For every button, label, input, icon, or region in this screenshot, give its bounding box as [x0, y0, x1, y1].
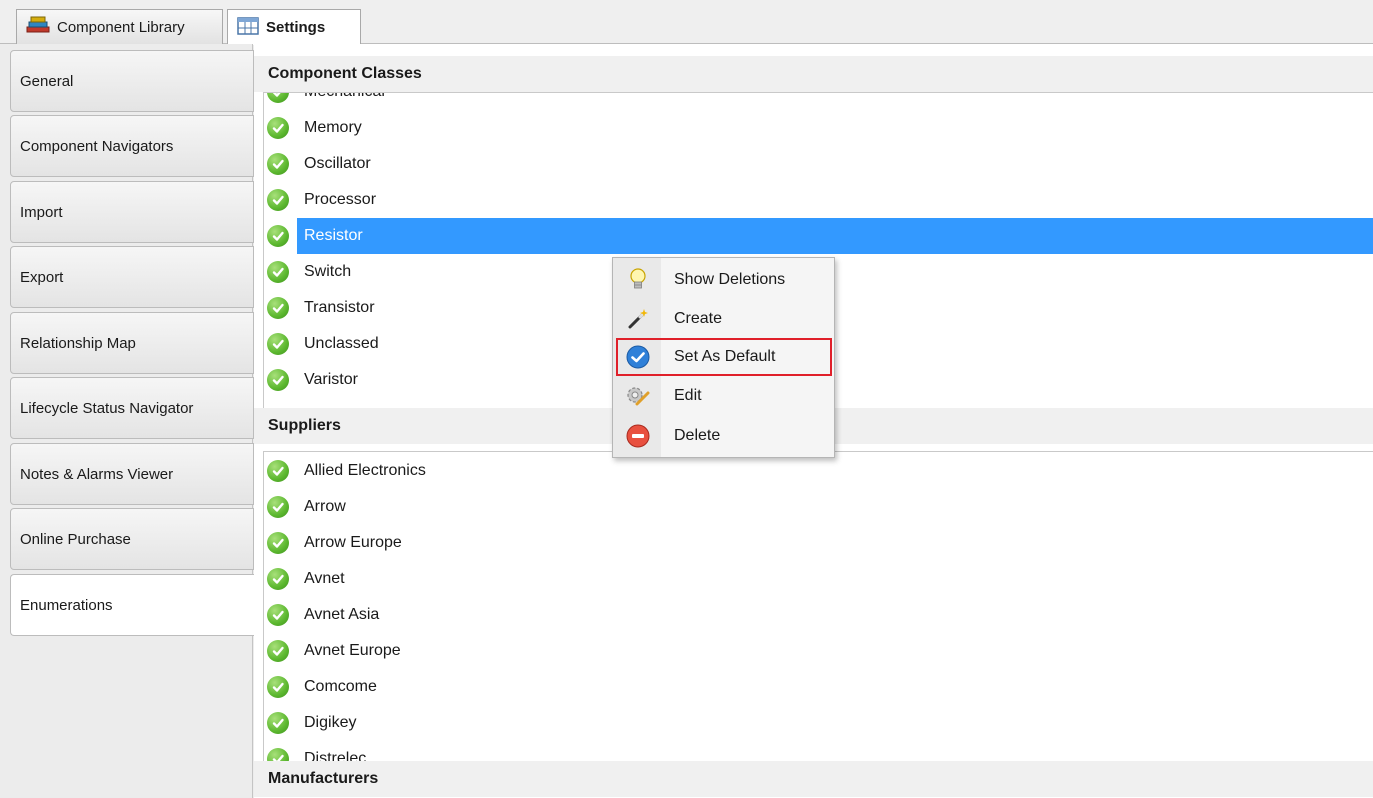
sidebar-item-online-purchase[interactable]: Online Purchase — [10, 508, 254, 570]
list-item-label: Avnet Asia — [304, 606, 380, 623]
top-tab-bar: Component Library Settings — [0, 0, 1373, 45]
sidebar-item-label: Online Purchase — [20, 530, 131, 548]
lightbulb-icon — [625, 267, 651, 293]
settings-sidebar: General Component Navigators Import Expo… — [0, 44, 255, 798]
sidebar-item-general[interactable]: General — [10, 50, 254, 112]
menu-item-label: Delete — [674, 427, 721, 444]
sidebar-item-label: Export — [20, 268, 64, 286]
list-item-label: Arrow Europe — [304, 534, 402, 551]
list-item[interactable]: Memory — [264, 110, 1373, 146]
menu-item-label: Show Deletions — [674, 271, 786, 288]
list-item[interactable]: Processor — [264, 182, 1373, 218]
list-item-label: Avnet — [304, 570, 345, 587]
sidebar-item-label: Relationship Map — [20, 334, 136, 352]
sidebar-item-import[interactable]: Import — [10, 181, 254, 243]
sidebar-item-relationship-map[interactable]: Relationship Map — [10, 312, 254, 374]
sidebar-item-component-navigators[interactable]: Component Navigators — [10, 115, 254, 177]
context-menu: Show Deletions Create Set As Default Edi… — [612, 257, 835, 458]
menu-item-set-as-default[interactable]: Set As Default — [616, 338, 832, 376]
tab-label: Component Library — [57, 18, 185, 36]
list-item-label: Memory — [304, 119, 362, 136]
list-item-label: Arrow — [304, 498, 346, 515]
menu-item-delete[interactable]: Delete — [613, 417, 836, 455]
check-icon — [267, 333, 289, 355]
check-icon — [267, 369, 289, 391]
check-icon — [267, 532, 289, 554]
check-icon — [267, 93, 289, 103]
gear-pencil-icon — [625, 383, 651, 409]
list-item[interactable]: Arrow — [264, 489, 1373, 525]
check-icon — [267, 189, 289, 211]
sidebar-item-notes-alarms-viewer[interactable]: Notes & Alarms Viewer — [10, 443, 254, 505]
menu-item-label: Edit — [674, 387, 702, 404]
check-icon — [267, 748, 289, 761]
list-item-label: Distrelec — [304, 750, 367, 761]
check-icon — [267, 117, 289, 139]
blue-check-icon — [625, 344, 651, 370]
red-minus-icon — [625, 423, 651, 449]
tab-label: Settings — [266, 19, 326, 36]
list-item[interactable]: Oscillator — [264, 146, 1373, 182]
check-icon — [267, 640, 289, 662]
sidebar-item-label: Notes & Alarms Viewer — [20, 465, 174, 483]
section-header-manufacturers: Manufacturers — [254, 761, 1373, 797]
suppliers-list[interactable]: Allied Electronics Arrow Arrow Europe Av… — [263, 451, 1373, 761]
list-item[interactable]: Allied Electronics — [264, 453, 1373, 489]
list-item-selected[interactable]: Resistor — [264, 218, 1373, 254]
sidebar-item-label: Component Navigators — [20, 137, 174, 155]
list-item[interactable]: Avnet Asia — [264, 597, 1373, 633]
sidebar-item-label: General — [20, 72, 74, 90]
library-icon — [25, 15, 51, 39]
check-icon — [267, 568, 289, 590]
check-icon — [267, 225, 289, 247]
list-item[interactable]: Digikey — [264, 705, 1373, 741]
check-icon — [267, 261, 289, 283]
magic-wand-icon — [625, 306, 651, 332]
list-item[interactable]: Avnet — [264, 561, 1373, 597]
menu-item-edit[interactable]: Edit — [613, 377, 836, 415]
menu-item-create[interactable]: Create — [613, 300, 836, 338]
list-item-label: Processor — [304, 191, 377, 208]
list-item-label: Avnet Europe — [304, 642, 401, 659]
section-title: Suppliers — [268, 417, 341, 434]
list-item-label: Oscillator — [304, 155, 371, 172]
check-icon — [267, 496, 289, 518]
list-item[interactable]: Mechanical — [264, 93, 1373, 110]
menu-item-label: Set As Default — [674, 348, 776, 365]
menu-item-show-deletions[interactable]: Show Deletions — [613, 261, 836, 299]
section-header-component-classes: Component Classes — [254, 56, 1373, 92]
list-item[interactable]: Arrow Europe — [264, 525, 1373, 561]
check-icon — [267, 297, 289, 319]
list-item-label: Digikey — [304, 714, 357, 731]
sidebar-item-label: Import — [20, 203, 63, 221]
list-item[interactable]: Distrelec — [264, 741, 1373, 761]
tab-component-library[interactable]: Component Library — [16, 9, 223, 44]
list-item-label: Mechanical — [297, 93, 1373, 110]
check-icon — [267, 153, 289, 175]
sidebar-item-label: Enumerations — [20, 596, 113, 614]
check-icon — [267, 460, 289, 482]
list-item-label: Resistor — [297, 218, 1373, 254]
sidebar-item-export[interactable]: Export — [10, 246, 254, 308]
section-title: Manufacturers — [268, 770, 379, 787]
check-icon — [267, 712, 289, 734]
section-title: Component Classes — [268, 65, 422, 82]
settings-table-icon — [236, 16, 260, 40]
menu-item-label: Create — [674, 310, 723, 327]
sidebar-item-lifecycle-status-navigator[interactable]: Lifecycle Status Navigator — [10, 377, 254, 439]
list-item-label: Allied Electronics — [304, 462, 426, 479]
list-item[interactable]: Avnet Europe — [264, 633, 1373, 669]
list-item-label: Comcome — [304, 678, 377, 695]
sidebar-item-label: Lifecycle Status Navigator — [20, 399, 194, 417]
tab-settings[interactable]: Settings — [227, 9, 361, 45]
sidebar-item-enumerations[interactable]: Enumerations — [10, 574, 255, 636]
check-icon — [267, 676, 289, 698]
check-icon — [267, 604, 289, 626]
list-item[interactable]: Comcome — [264, 669, 1373, 705]
